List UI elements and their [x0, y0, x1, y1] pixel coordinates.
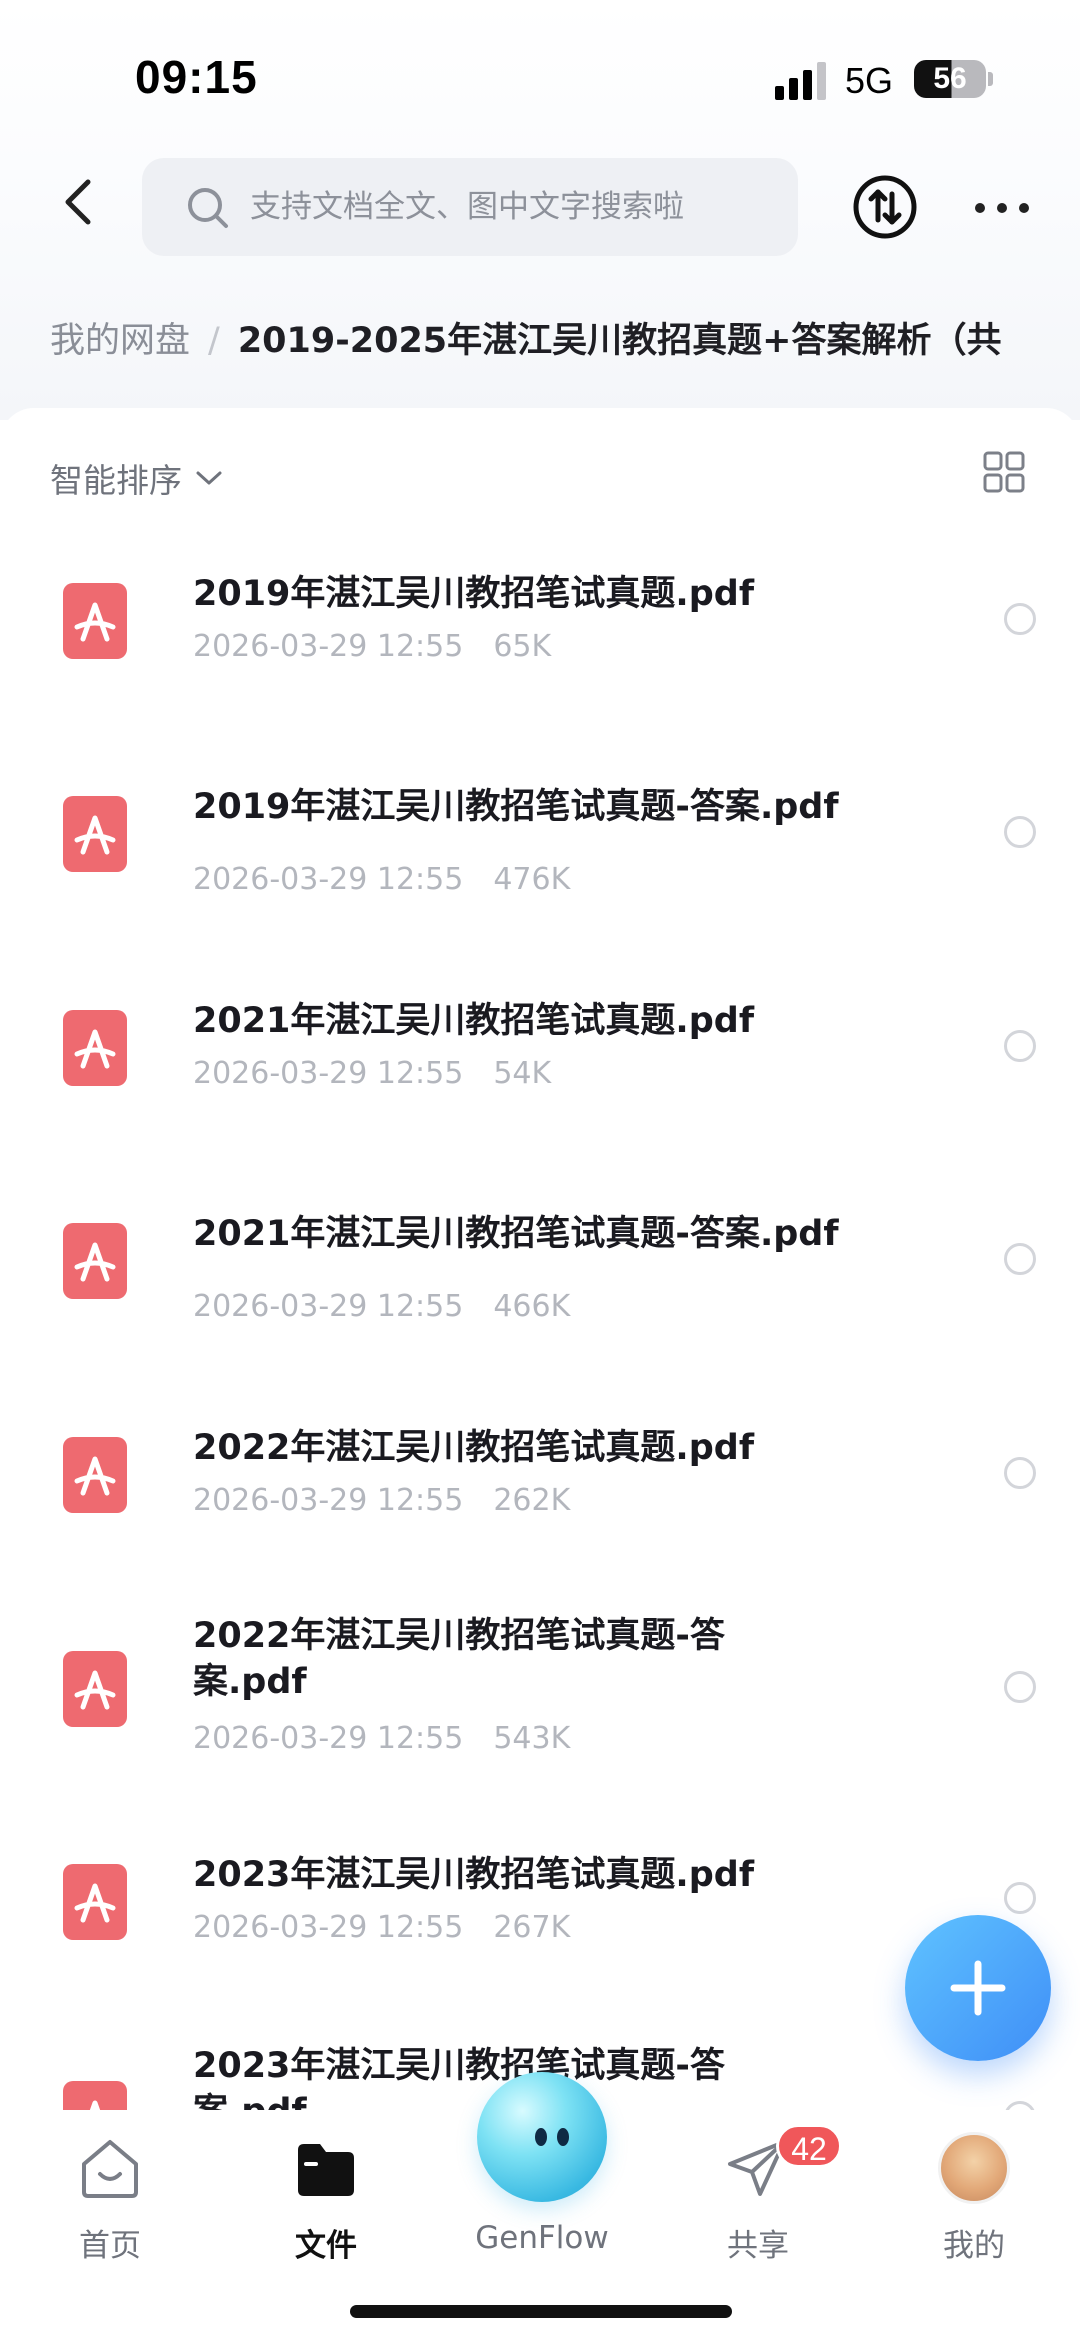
pdf-icon — [63, 1223, 127, 1299]
status-time: 09:15 — [135, 51, 258, 103]
sort-dropdown[interactable]: 智能排序 — [50, 448, 224, 508]
pdf-icon — [63, 583, 127, 659]
file-size: 262K — [493, 1483, 571, 1518]
select-checkbox[interactable] — [1004, 816, 1036, 848]
file-size: 54K — [493, 1056, 552, 1091]
file-row[interactable]: 2019年湛江吴川教招笔试真题.pdf 2026-03-29 12:55 65K — [0, 563, 1080, 713]
pdf-icon — [63, 796, 127, 872]
file-meta: 2026-03-29 12:55 466K — [193, 1289, 570, 1324]
select-checkbox[interactable] — [1004, 603, 1036, 635]
breadcrumb-root[interactable]: 我的网盘 — [50, 321, 190, 361]
battery-cap — [988, 72, 993, 86]
file-row[interactable]: 2021年湛江吴川教招笔试真题-答案.pdf 2026-03-29 12:55 4… — [0, 1203, 1080, 1353]
file-name: 2023年湛江吴川教招笔试真题.pdf — [193, 1855, 755, 1895]
file-name: 2019年湛江吴川教招笔试真题-答案.pdf — [193, 787, 839, 827]
file-date: 2026-03-29 12:55 — [193, 1289, 464, 1324]
pdf-icon — [63, 1864, 127, 1940]
file-list-panel: 智能排序 2019年湛江吴川教招笔试真题.pdf 2026-03-29 12:5… — [0, 408, 1080, 2128]
notification-badge: 42 — [776, 2124, 842, 2168]
pdf-icon — [63, 1651, 127, 1727]
back-arrow-icon[interactable] — [50, 172, 110, 232]
breadcrumb-separator: / — [208, 321, 220, 361]
nav-label: 文件 — [295, 2228, 357, 2264]
orb-eye — [557, 2128, 569, 2146]
select-checkbox[interactable] — [1004, 1243, 1036, 1275]
search-input[interactable] — [250, 158, 780, 256]
file-row[interactable]: 2022年湛江吴川教招笔试真题-答案.pdf 2026-03-29 12:55 5… — [0, 1603, 1080, 1803]
plus-icon — [950, 1960, 1006, 2016]
folder-icon — [298, 2144, 354, 2196]
more-options-icon[interactable] — [972, 196, 1032, 220]
battery-icon: 56 — [914, 60, 986, 98]
file-size: 476K — [493, 862, 571, 897]
select-checkbox[interactable] — [1004, 1457, 1036, 1489]
file-row[interactable]: 2021年湛江吴川教招笔试真题.pdf 2026-03-29 12:55 54K — [0, 990, 1080, 1140]
file-name: 2022年湛江吴川教招笔试真题-答案.pdf — [193, 1616, 725, 1702]
nav-item-home[interactable]: 首页 — [20, 2110, 200, 2270]
nav-label: GenFlow — [475, 2220, 609, 2256]
orb-eye — [535, 2128, 547, 2146]
nav-label: 共享 — [727, 2228, 789, 2264]
file-meta: 2026-03-29 12:55 54K — [193, 1056, 551, 1091]
file-date: 2026-03-29 12:55 — [193, 1056, 464, 1091]
breadcrumb: 我的网盘 / 2019-2025年湛江吴川教招真题+答案解析（共 — [50, 312, 1080, 368]
file-date: 2026-03-29 12:55 — [193, 1483, 464, 1518]
transfer-icon[interactable] — [852, 174, 918, 240]
file-row[interactable]: 2019年湛江吴川教招笔试真题-答案.pdf 2026-03-29 12:55 4… — [0, 776, 1080, 926]
file-meta: 2026-03-29 12:55 543K — [193, 1721, 570, 1756]
sort-label: 智能排序 — [50, 461, 182, 500]
file-name: 2021年湛江吴川教招笔试真题.pdf — [193, 1001, 755, 1041]
search-bar[interactable] — [142, 158, 798, 256]
genflow-orb-icon[interactable] — [477, 2072, 607, 2202]
search-icon — [188, 188, 228, 228]
file-date: 2026-03-29 12:55 — [193, 1910, 464, 1945]
select-checkbox[interactable] — [1004, 1030, 1036, 1062]
file-name: 2022年湛江吴川教招笔试真题.pdf — [193, 1428, 755, 1468]
breadcrumb-current-folder: 2019-2025年湛江吴川教招真题+答案解析（共 — [237, 321, 1002, 361]
file-size: 466K — [493, 1289, 571, 1324]
battery-level: 56 — [933, 62, 967, 95]
select-checkbox[interactable] — [1004, 1882, 1036, 1914]
file-meta: 2026-03-29 12:55 262K — [193, 1483, 570, 1518]
file-date: 2026-03-29 12:55 — [193, 1721, 464, 1756]
file-size: 543K — [493, 1721, 571, 1756]
file-name: 2021年湛江吴川教招笔试真题-答案.pdf — [193, 1214, 839, 1254]
avatar[interactable] — [938, 2132, 1010, 2204]
file-date: 2026-03-29 12:55 — [193, 629, 464, 664]
chevron-down-icon — [196, 471, 222, 485]
status-bar: 09:15 5G 56 — [0, 0, 1080, 150]
file-date: 2026-03-29 12:55 — [193, 862, 464, 897]
add-button[interactable] — [905, 1915, 1051, 2061]
file-name: 2019年湛江吴川教招笔试真题.pdf — [193, 574, 755, 614]
select-checkbox[interactable] — [1004, 1671, 1036, 1703]
file-size: 267K — [493, 1910, 571, 1945]
cellular-signal-icon — [775, 62, 826, 100]
file-size: 65K — [493, 629, 552, 664]
home-icon — [82, 2140, 138, 2198]
nav-label: 我的 — [943, 2228, 1005, 2264]
file-row[interactable]: 2022年湛江吴川教招笔试真题.pdf 2026-03-29 12:55 262K — [0, 1417, 1080, 1567]
pdf-icon — [63, 1437, 127, 1513]
nav-item-files[interactable]: 文件 — [236, 2110, 416, 2270]
nav-label: 首页 — [79, 2228, 141, 2264]
network-type: 5G — [845, 60, 894, 101]
file-meta: 2026-03-29 12:55 267K — [193, 1910, 570, 1945]
grid-view-icon[interactable] — [982, 450, 1026, 494]
pdf-icon — [63, 1010, 127, 1086]
home-indicator — [350, 2305, 732, 2318]
file-meta: 2026-03-29 12:55 65K — [193, 629, 551, 664]
file-meta: 2026-03-29 12:55 476K — [193, 862, 570, 897]
